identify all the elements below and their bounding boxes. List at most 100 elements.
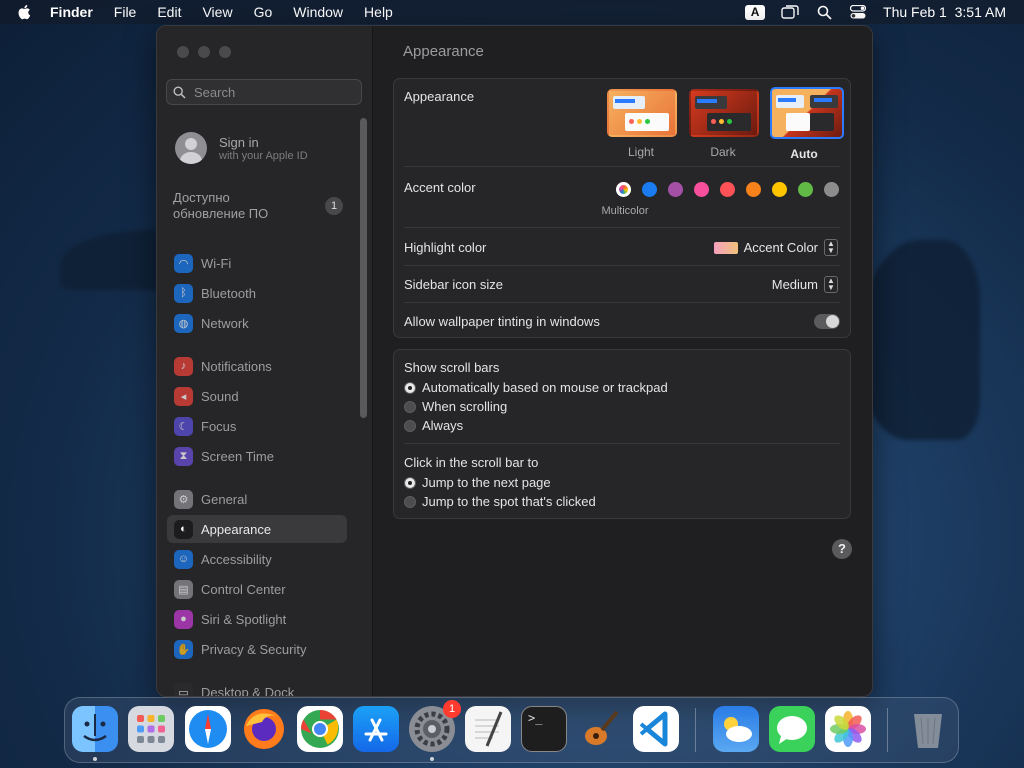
- menu-go[interactable]: Go: [254, 4, 273, 20]
- software-update-item[interactable]: Доступно обновление ПО 1: [173, 190, 343, 222]
- highlight-color-preview: [713, 241, 738, 254]
- sidebar-item-screen-time[interactable]: ⧗ Screen Time: [167, 442, 347, 470]
- minimize-button[interactable]: [198, 46, 210, 58]
- input-source-badge[interactable]: A: [745, 4, 766, 20]
- help-button[interactable]: ?: [832, 539, 852, 559]
- sidebar-item-sound[interactable]: ◂ Sound: [167, 382, 347, 410]
- accent-swatch-purple[interactable]: [668, 182, 683, 197]
- scrollbars-option-when-scrolling[interactable]: When scrolling: [404, 399, 507, 414]
- menu-view[interactable]: View: [202, 4, 232, 20]
- sidebar-item-accessibility[interactable]: ☺ Accessibility: [167, 545, 347, 573]
- click-option-next-page[interactable]: Jump to the next page: [404, 475, 551, 490]
- menu-window[interactable]: Window: [293, 4, 343, 20]
- radio-button[interactable]: [404, 400, 416, 413]
- click-option-spot-clicked[interactable]: Jump to the spot that's clicked: [404, 494, 596, 509]
- menu-edit[interactable]: Edit: [157, 4, 181, 20]
- finder-running-indicator: [93, 757, 97, 761]
- sidebar-item-label: Accessibility: [201, 551, 272, 567]
- accent-swatch-green[interactable]: [798, 182, 813, 197]
- dock-garageband[interactable]: [577, 706, 623, 752]
- scrollbars-option-auto[interactable]: Automatically based on mouse or trackpad: [404, 380, 668, 395]
- accent-swatch-yellow[interactable]: [772, 182, 787, 197]
- dock-safari[interactable]: [185, 706, 231, 752]
- dock-photos[interactable]: [825, 706, 871, 752]
- theme-dark-label: Dark: [710, 145, 736, 159]
- dock-firefox[interactable]: [241, 706, 287, 752]
- dock-terminal[interactable]: >_: [521, 706, 567, 752]
- menu-file[interactable]: File: [114, 4, 137, 20]
- avatar: [175, 132, 207, 164]
- appearance-icon: ◐: [174, 519, 193, 539]
- dock: 1 >_: [64, 697, 959, 763]
- apple-id-signin[interactable]: Sign in with your Apple ID: [175, 132, 308, 164]
- theme-dark[interactable]: Dark: [689, 89, 759, 159]
- dock-textedit[interactable]: [465, 706, 511, 752]
- update-line-2: обновление ПО: [173, 206, 269, 221]
- dock-trash[interactable]: [905, 706, 951, 752]
- spotlight-search-icon[interactable]: [815, 4, 833, 20]
- sidebar-scrollbar[interactable]: [360, 118, 367, 418]
- accessibility-icon: ☺: [174, 549, 193, 569]
- highlight-color-value: Accent Color: [743, 240, 818, 255]
- menu-clock[interactable]: Thu Feb 1 3:51 AM: [883, 4, 1006, 20]
- accent-swatch-graphite[interactable]: [824, 182, 839, 197]
- dock-separator: [887, 708, 888, 752]
- dock-weather[interactable]: [713, 706, 759, 752]
- sidebar-item-bluetooth[interactable]: ᛒ Bluetooth: [167, 279, 347, 307]
- divider: [404, 302, 840, 303]
- dock-launchpad[interactable]: [128, 706, 174, 752]
- menu-finder[interactable]: Finder: [50, 4, 93, 20]
- sidebar-item-wi-fi[interactable]: ◠ Wi-Fi: [167, 249, 347, 277]
- search-input[interactable]: [192, 83, 356, 101]
- sidebar-item-network[interactable]: ◍ Network: [167, 309, 347, 337]
- dock-chrome[interactable]: [297, 706, 343, 752]
- dock-app-store[interactable]: [353, 706, 399, 752]
- radio-button[interactable]: [404, 419, 416, 432]
- accent-swatch-red[interactable]: [720, 182, 735, 197]
- accent-swatch-multicolor[interactable]: [616, 182, 631, 197]
- sidebar-item-label: Control Center: [201, 581, 286, 597]
- window-stack-icon[interactable]: [781, 4, 799, 20]
- wifi-icon: ◠: [174, 253, 193, 273]
- sidebar-item-label: Wi-Fi: [201, 255, 232, 271]
- wallpaper-tinting-label: Allow wallpaper tinting in windows: [404, 314, 600, 329]
- highlight-color-popup[interactable]: Accent Color ▲ ▼: [713, 239, 838, 256]
- theme-light[interactable]: Light: [607, 89, 677, 159]
- sidebar-item-label: Notifications: [201, 358, 272, 374]
- radio-button[interactable]: [404, 495, 416, 508]
- scroll-bars-panel: Show scroll bars Automatically based on …: [393, 349, 851, 519]
- wallpaper-tinting-toggle[interactable]: [814, 314, 840, 329]
- theme-auto[interactable]: Auto: [770, 87, 844, 161]
- sidebar-item-appearance[interactable]: ◐ Appearance: [167, 515, 347, 543]
- accent-swatch-orange[interactable]: [746, 182, 761, 197]
- accent-selected-name: Multicolor: [601, 205, 649, 217]
- dock-vscode[interactable]: [633, 706, 679, 752]
- sidebar-item-privacy-security[interactable]: ✋ Privacy & Security: [167, 635, 347, 663]
- accent-swatch-pink[interactable]: [694, 182, 709, 197]
- sidebar-search[interactable]: [166, 79, 362, 105]
- sidebar-icon-size-popup[interactable]: Medium ▲ ▼: [772, 276, 838, 293]
- accent-swatch-blue[interactable]: [642, 182, 657, 197]
- dock-finder[interactable]: [72, 706, 118, 752]
- desktop-icon: ▭: [174, 682, 193, 696]
- menu-help[interactable]: Help: [364, 4, 393, 20]
- gear-icon: ⚙: [174, 489, 193, 509]
- sidebar-item-control-center[interactable]: ▤ Control Center: [167, 575, 347, 603]
- sidebar-item-siri-spotlight[interactable]: ● Siri & Spotlight: [167, 605, 347, 633]
- scrollbars-option-always[interactable]: Always: [404, 418, 463, 433]
- radio-label: Jump to the spot that's clicked: [422, 494, 596, 509]
- sidebar-item-desktop-dock[interactable]: ▭ Desktop & Dock: [167, 678, 347, 696]
- sidebar-item-notifications[interactable]: ♪ Notifications: [167, 352, 347, 380]
- sidebar-item-general[interactable]: ⚙ General: [167, 485, 347, 513]
- radio-button[interactable]: [404, 381, 416, 394]
- theme-auto-label: Auto: [790, 147, 818, 161]
- apple-logo-icon[interactable]: [16, 3, 34, 21]
- dock-messages[interactable]: [769, 706, 815, 752]
- radio-button[interactable]: [404, 476, 416, 489]
- control-center-icon[interactable]: [849, 4, 867, 20]
- dock-system-settings[interactable]: 1: [409, 700, 461, 752]
- zoom-button[interactable]: [219, 46, 231, 58]
- close-button[interactable]: [177, 46, 189, 58]
- finder-icon: [83, 714, 107, 742]
- sidebar-item-focus[interactable]: ☾ Focus: [167, 412, 347, 440]
